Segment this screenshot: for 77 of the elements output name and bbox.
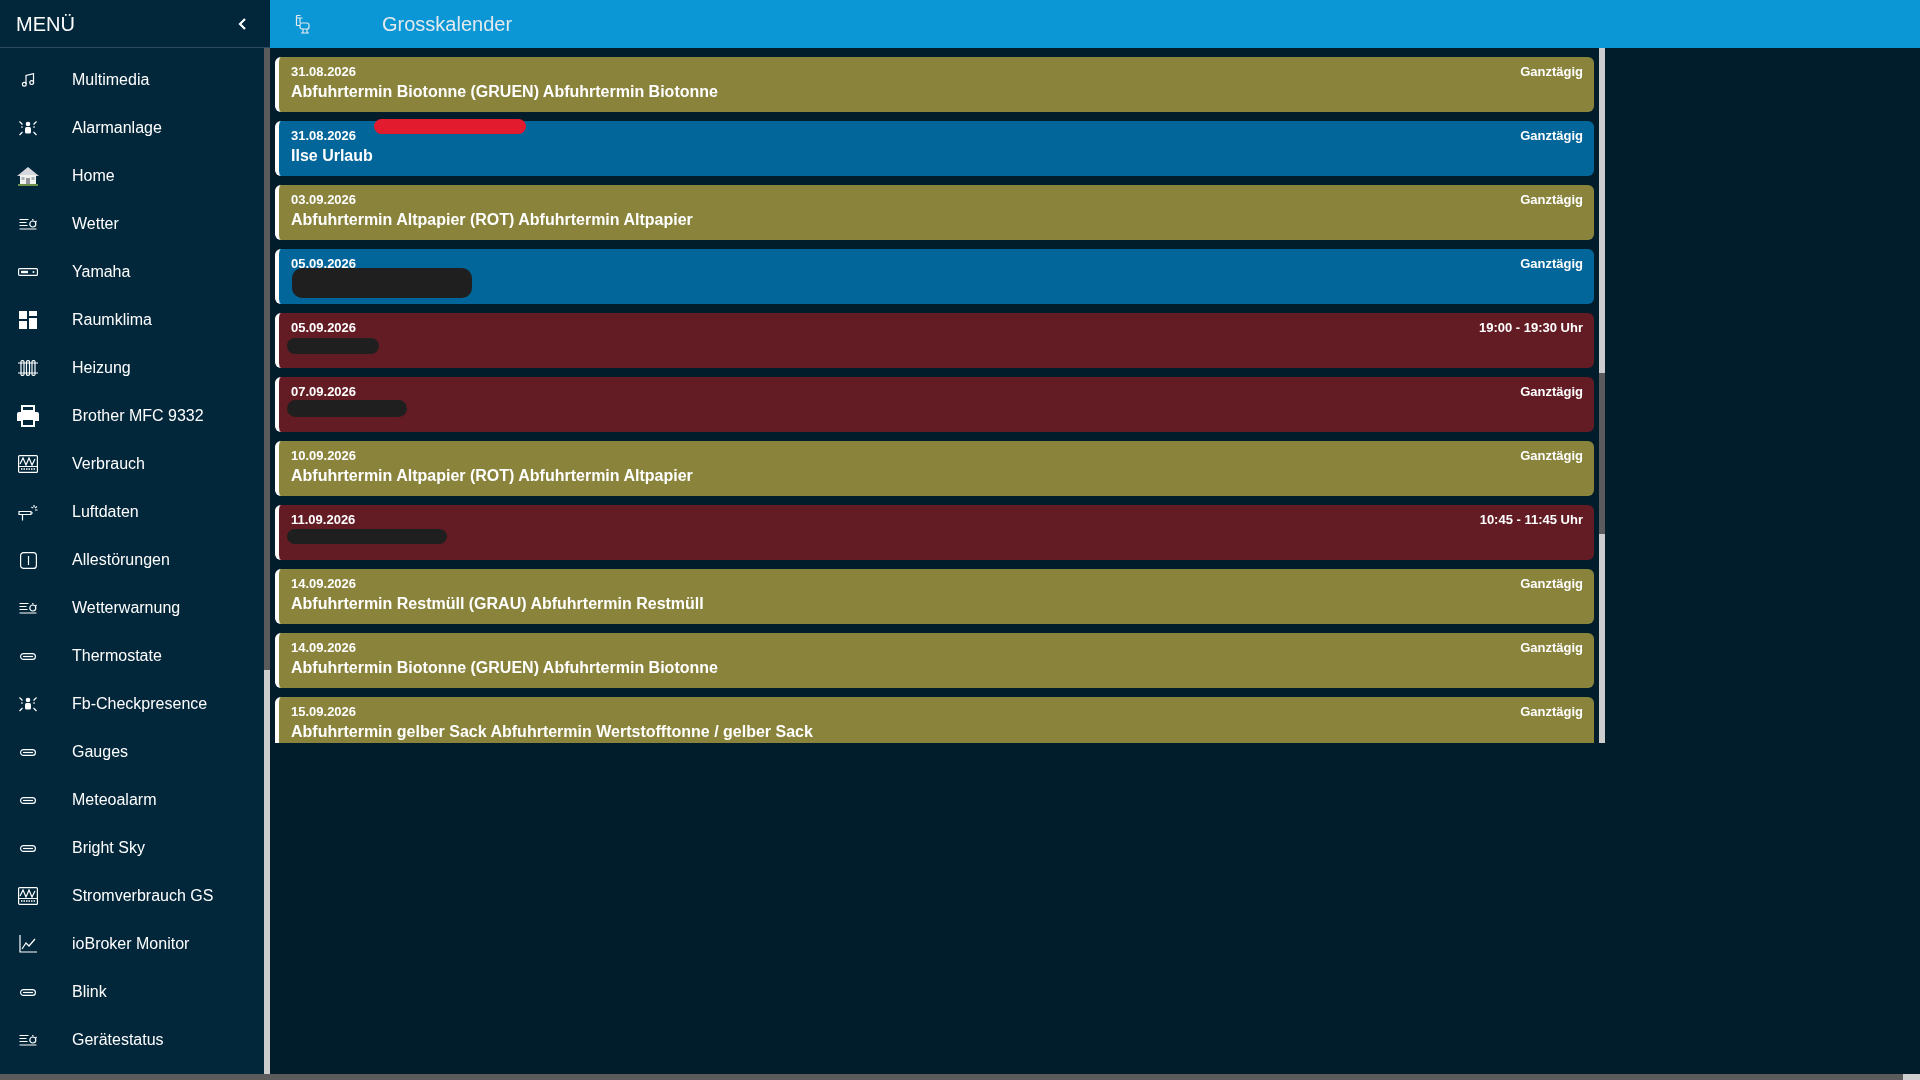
sidebar-item[interactable]: Multimedia bbox=[0, 56, 264, 104]
event-title: Abfuhrtermin gelber Sack Abfuhrtermin Wertstofftonne / gelber Sack bbox=[291, 722, 814, 742]
sidebar-item[interactable]: Stromverbrauch GS bbox=[0, 872, 264, 920]
device-icon bbox=[20, 844, 36, 852]
wind-sun-icon bbox=[19, 1034, 37, 1046]
line-chart-icon bbox=[19, 935, 37, 953]
event-time: Ganztägig bbox=[1520, 256, 1583, 272]
radiator-icon bbox=[18, 360, 38, 376]
event-time: 19:00 - 19:30 Uhr bbox=[1478, 320, 1583, 336]
device-icon bbox=[20, 988, 36, 996]
scrollbar-thumb[interactable] bbox=[264, 48, 270, 670]
event-time: Ganztägig bbox=[1520, 448, 1583, 464]
event-time: Ganztägig bbox=[1520, 64, 1583, 80]
sidebar-item[interactable]: Allestörungen bbox=[0, 536, 264, 584]
event-title: Abfuhrtermin Biotonne (GRUEN) Abfuhrtermin Biotonne bbox=[291, 658, 719, 678]
sidebar-item[interactable]: Thermostate bbox=[0, 632, 264, 680]
event-date: 31.08.2026 bbox=[291, 128, 357, 144]
sidebar-item[interactable]: Wetterwarnung bbox=[0, 584, 264, 632]
event-time: Ganztägig bbox=[1520, 576, 1583, 592]
sensor-icon bbox=[18, 503, 38, 521]
device-icon bbox=[20, 652, 36, 660]
event-date: 14.09.2026 bbox=[291, 576, 357, 592]
event-title: Ilse Urlaub bbox=[291, 146, 374, 166]
sidebar-item[interactable]: Gauges bbox=[0, 728, 264, 776]
panel-icon bbox=[19, 551, 37, 569]
sidebar-item[interactable]: Home bbox=[0, 152, 264, 200]
event-date: 03.09.2026 bbox=[291, 192, 357, 208]
event-date: 11.09.2026 bbox=[291, 512, 356, 528]
waveform-icon bbox=[18, 455, 38, 473]
wind-sun-icon bbox=[19, 602, 37, 614]
music-note-icon bbox=[21, 73, 35, 87]
sidebar-item[interactable]: Blink bbox=[0, 968, 264, 1016]
sidebar-item[interactable]: Verbrauch bbox=[0, 440, 264, 488]
dashboard-icon bbox=[19, 311, 37, 329]
event-date: 15.09.2026 bbox=[291, 704, 357, 720]
event-title: Abfuhrtermin Biotonne (GRUEN) Abfuhrtermin Biotonne bbox=[291, 82, 719, 102]
sidebar-item[interactable]: Brother MFC 9332 bbox=[0, 392, 264, 440]
event-time: Ganztägig bbox=[1520, 640, 1583, 656]
event-time: 10:45 - 11:45 Uhr bbox=[1479, 512, 1583, 528]
event-time: Ganztägig bbox=[1520, 704, 1583, 720]
sidebar-item[interactable]: Gerätestatus bbox=[0, 1016, 264, 1064]
event-date: 14.09.2026 bbox=[291, 640, 357, 656]
sidebar-item[interactable]: Wetter bbox=[0, 200, 264, 248]
event-time: Ganztägig bbox=[1520, 192, 1583, 208]
event-date: 31.08.2026 bbox=[291, 64, 357, 80]
wind-sun-icon bbox=[19, 218, 37, 230]
event-date: 07.09.2026 bbox=[291, 384, 357, 400]
sidebar-item[interactable]: Raumklima bbox=[0, 296, 264, 344]
diagram-icon[interactable] bbox=[295, 14, 311, 34]
sidebar-item[interactable]: Alarmanlage bbox=[0, 104, 264, 152]
sidebar-item[interactable]: Meteoalarm bbox=[0, 776, 264, 824]
event-title: Abfuhrtermin Altpapier (ROT) Abfuhrtermin Altpapier bbox=[291, 466, 694, 486]
sidebar-item[interactable]: Luftdaten bbox=[0, 488, 264, 536]
sidebar-item[interactable]: Fb-Checkpresence bbox=[0, 680, 264, 728]
device-icon bbox=[20, 748, 36, 756]
event-title: Abfuhrtermin Restmüll (GRAU) Abfuhrtermin Restmüll bbox=[291, 594, 705, 614]
event-date: 05.09.2026 bbox=[291, 320, 357, 336]
event-time: Ganztägig bbox=[1520, 384, 1583, 400]
sidebar-item[interactable]: Heizung bbox=[0, 344, 264, 392]
event-time: Ganztägig bbox=[1520, 128, 1583, 144]
device-icon bbox=[20, 796, 36, 804]
waveform-icon bbox=[18, 887, 38, 905]
person-signal-icon bbox=[18, 695, 38, 713]
sidebar-item[interactable]: ioBroker Monitor bbox=[0, 920, 264, 968]
event-date: 05.09.2026 bbox=[291, 256, 357, 272]
event-date: 10.09.2026 bbox=[291, 448, 357, 464]
printer-icon bbox=[16, 405, 40, 427]
scrollbar-thumb[interactable] bbox=[1599, 373, 1605, 534]
chevron-left-icon bbox=[238, 17, 246, 30]
menu-title: MENÜ bbox=[16, 11, 75, 36]
house-icon bbox=[16, 166, 40, 186]
sidebar-item[interactable]: Yamaha bbox=[0, 248, 264, 296]
page-title: Grosskalender bbox=[382, 12, 513, 36]
event-title: Abfuhrtermin Altpapier (ROT) Abfuhrtermin Altpapier bbox=[291, 210, 694, 230]
sidebar-item[interactable]: Bright Sky bbox=[0, 824, 264, 872]
person-signal-icon bbox=[18, 119, 38, 137]
receiver-icon bbox=[18, 268, 38, 276]
